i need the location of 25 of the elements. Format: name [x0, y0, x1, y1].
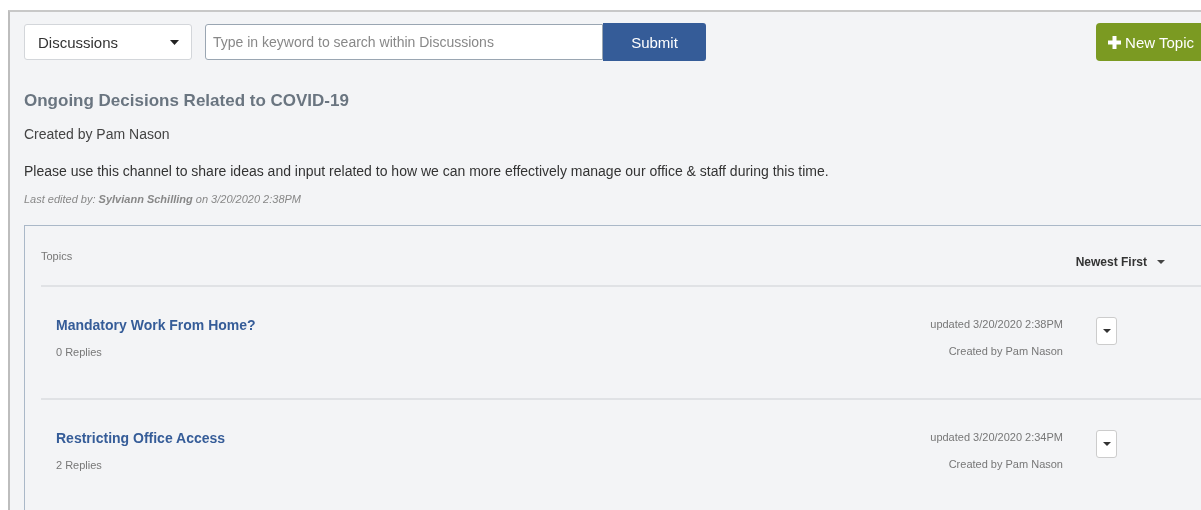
last-edited-note: Last edited by: Sylviann Schilling on 3/20/2020 2:38PM	[24, 193, 302, 205]
plus-icon	[1108, 35, 1122, 49]
topic-author: Created by Pam Nason	[948, 345, 1063, 357]
search-field[interactable]: Type in keyword to search within Discussions	[205, 24, 603, 60]
channel-description: Please use this channel to share ideas and input related to how we can more effectively manage our office & staff during this time.	[24, 163, 830, 179]
submit-button[interactable]: Submit	[603, 23, 706, 61]
updated-time: updated 3/20/2020 2:34PM	[930, 431, 1063, 443]
topic-title-link[interactable]: Restricting Office Access	[56, 430, 931, 446]
scope-dropdown[interactable]: Discussions	[24, 24, 192, 60]
sort-dropdown[interactable]: Newest First	[1075, 255, 1165, 269]
updated-time: updated 3/20/2020 2:38PM	[930, 318, 1063, 330]
reply-count: 2 Replies	[56, 459, 103, 471]
topic-menu-button[interactable]	[1096, 317, 1117, 345]
topic-menu-button[interactable]	[1096, 430, 1117, 458]
channel-title: Ongoing Decisions Related to COVID-19	[24, 90, 350, 112]
caret-icon	[1102, 329, 1111, 333]
topic-title-link[interactable]: Mandatory Work From Home?	[56, 317, 931, 333]
caret-icon	[1157, 260, 1165, 264]
topic-author: Created by Pam Nason	[948, 458, 1063, 470]
topics-heading: Topics	[41, 250, 73, 262]
reply-count: 0 Replies	[56, 346, 103, 358]
new-topic-label: New Topic	[1125, 33, 1194, 51]
caret-icon	[1102, 442, 1111, 446]
channel-author: Created by Pam Nason	[24, 126, 171, 142]
caret-icon	[170, 39, 179, 45]
